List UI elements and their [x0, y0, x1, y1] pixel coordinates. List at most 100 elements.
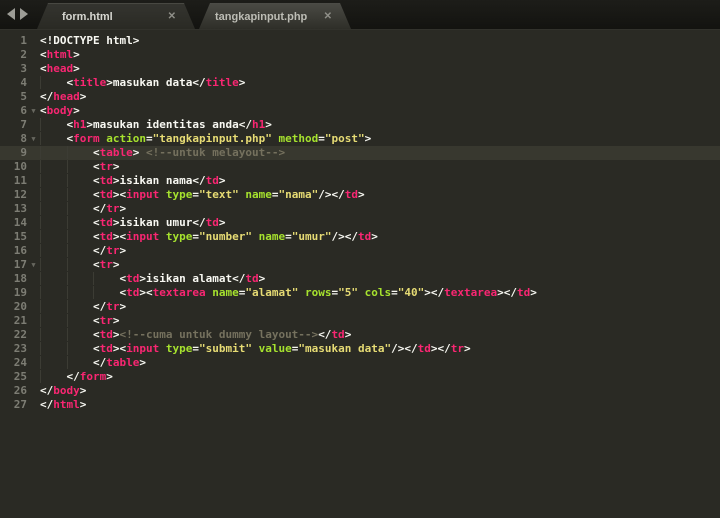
code-token-plain: </	[93, 300, 106, 313]
code-token-plain: <	[93, 258, 100, 271]
line-number: 1	[0, 34, 27, 48]
code-line[interactable]: 27</html>	[0, 398, 720, 412]
code-token-tag: table	[106, 356, 139, 369]
code-token-tag: title	[206, 76, 239, 89]
tab-form-html[interactable]: form.html ✕	[37, 3, 195, 29]
tab-scroll-right-icon[interactable]	[20, 8, 28, 20]
code-token-plain: >	[113, 314, 120, 327]
code-line[interactable]: 18 <td>isikan alamat</td>	[0, 272, 720, 286]
code-token-tag: td	[358, 230, 371, 243]
indent-guide	[40, 272, 67, 285]
fold-arrow-icon[interactable]: ▼	[27, 132, 40, 146]
code-line[interactable]: 4 <title>masukan data</title>	[0, 76, 720, 90]
code-token-tag: input	[126, 342, 159, 355]
code-text: <td>isikan nama</td>	[40, 174, 225, 188]
tab-scroll-left-icon[interactable]	[7, 8, 15, 20]
indent-guide	[93, 272, 120, 285]
code-token-plain: >	[73, 104, 80, 117]
code-token-string: "umur"	[292, 230, 332, 243]
code-token-plain: <	[93, 216, 100, 229]
code-token-plain	[159, 230, 166, 243]
line-number: 12	[0, 188, 27, 202]
code-token-tag: tr	[100, 314, 113, 327]
line-number: 25	[0, 370, 27, 384]
code-text: <td><!--cuma untuk dummy layout--></td>	[40, 328, 351, 342]
code-token-plain: >	[73, 62, 80, 75]
indent-guide	[93, 286, 120, 299]
code-line[interactable]: 16 </tr>	[0, 244, 720, 258]
gutter: 1	[0, 34, 40, 48]
code-token-string: "post"	[325, 132, 365, 145]
code-token-string: "tangkapinput.php"	[153, 132, 272, 145]
line-number: 7	[0, 118, 27, 132]
code-text: <tr>	[40, 314, 120, 328]
indent-guide	[67, 216, 94, 229]
code-token-plain: /></	[391, 342, 418, 355]
code-token-plain: >	[106, 370, 113, 383]
code-text: <td><input type="submit" value="masukan …	[40, 342, 471, 356]
line-number: 9	[0, 146, 27, 160]
code-token-plain: =	[146, 132, 153, 145]
code-line[interactable]: 6▼<body>	[0, 104, 720, 118]
gutter: 22	[0, 328, 40, 342]
gutter: 11	[0, 174, 40, 188]
code-line[interactable]: 7 <h1>masukan identitas anda</h1>	[0, 118, 720, 132]
code-line[interactable]: 3<head>	[0, 62, 720, 76]
code-token-plain: >	[358, 188, 365, 201]
close-icon[interactable]: ✕	[168, 12, 176, 22]
code-line[interactable]: 15 <td><input type="number" name="umur"/…	[0, 230, 720, 244]
code-line[interactable]: 17▼ <tr>	[0, 258, 720, 272]
code-line[interactable]: 5</head>	[0, 90, 720, 104]
code-token-attribute: name	[245, 188, 272, 201]
code-token-plain: /></	[331, 230, 358, 243]
line-number: 8	[0, 132, 27, 146]
code-token-tag: td	[206, 216, 219, 229]
code-token-plain: =	[192, 230, 199, 243]
code-line[interactable]: 23 <td><input type="submit" value="masuk…	[0, 342, 720, 356]
code-line[interactable]: 10 <tr>	[0, 160, 720, 174]
code-token-tag: td	[100, 342, 113, 355]
code-line[interactable]: 1<!DOCTYPE html>	[0, 34, 720, 48]
indent-guide	[67, 258, 94, 271]
code-token-plain: >	[73, 48, 80, 61]
code-token-tag: td	[345, 188, 358, 201]
code-token-tag: td	[331, 328, 344, 341]
code-token-tag: td	[418, 342, 431, 355]
code-line[interactable]: 20 </tr>	[0, 300, 720, 314]
indent-guide	[40, 314, 67, 327]
gutter: 2	[0, 48, 40, 62]
line-number: 15	[0, 230, 27, 244]
code-line[interactable]: 19 <td><textarea name="alamat" rows="5" …	[0, 286, 720, 300]
code-token-tag: tr	[106, 244, 119, 257]
code-token-plain: </	[40, 398, 53, 411]
code-token-tag: tr	[100, 258, 113, 271]
code-token-plain: >	[113, 160, 120, 173]
code-line[interactable]: 25 </form>	[0, 370, 720, 384]
indent-guide	[67, 202, 94, 215]
code-text: <td><input type="number" name="umur"/></…	[40, 230, 378, 244]
line-number: 14	[0, 216, 27, 230]
code-text: <html>	[40, 48, 80, 62]
code-line[interactable]: 21 <tr>	[0, 314, 720, 328]
code-token-plain: </	[40, 90, 53, 103]
code-token-tag: body	[53, 384, 80, 397]
code-area[interactable]: 1<!DOCTYPE html>2<html>3<head>4 <title>m…	[0, 30, 720, 518]
code-line[interactable]: 22 <td><!--cuma untuk dummy layout--></t…	[0, 328, 720, 342]
fold-arrow-icon[interactable]: ▼	[27, 104, 40, 118]
line-number: 20	[0, 300, 27, 314]
code-line-current[interactable]: 9 <table> <!--untuk melayout-->	[0, 146, 720, 160]
code-line[interactable]: 13 </tr>	[0, 202, 720, 216]
code-line[interactable]: 24 </table>	[0, 356, 720, 370]
code-line[interactable]: 26</body>	[0, 384, 720, 398]
code-line[interactable]: 2<html>	[0, 48, 720, 62]
fold-arrow-icon[interactable]: ▼	[27, 258, 40, 272]
tab-tangkapinput-php[interactable]: tangkapinput.php ✕	[199, 3, 351, 29]
indent-guide	[67, 174, 94, 187]
code-line[interactable]: 11 <td>isikan nama</td>	[0, 174, 720, 188]
line-number: 3	[0, 62, 27, 76]
close-icon[interactable]: ✕	[324, 12, 332, 22]
code-line[interactable]: 8▼ <form action="tangkapinput.php" metho…	[0, 132, 720, 146]
code-line[interactable]: 12 <td><input type="text" name="nama"/><…	[0, 188, 720, 202]
code-line[interactable]: 14 <td>isikan umur</td>	[0, 216, 720, 230]
code-token-plain: >	[345, 328, 352, 341]
